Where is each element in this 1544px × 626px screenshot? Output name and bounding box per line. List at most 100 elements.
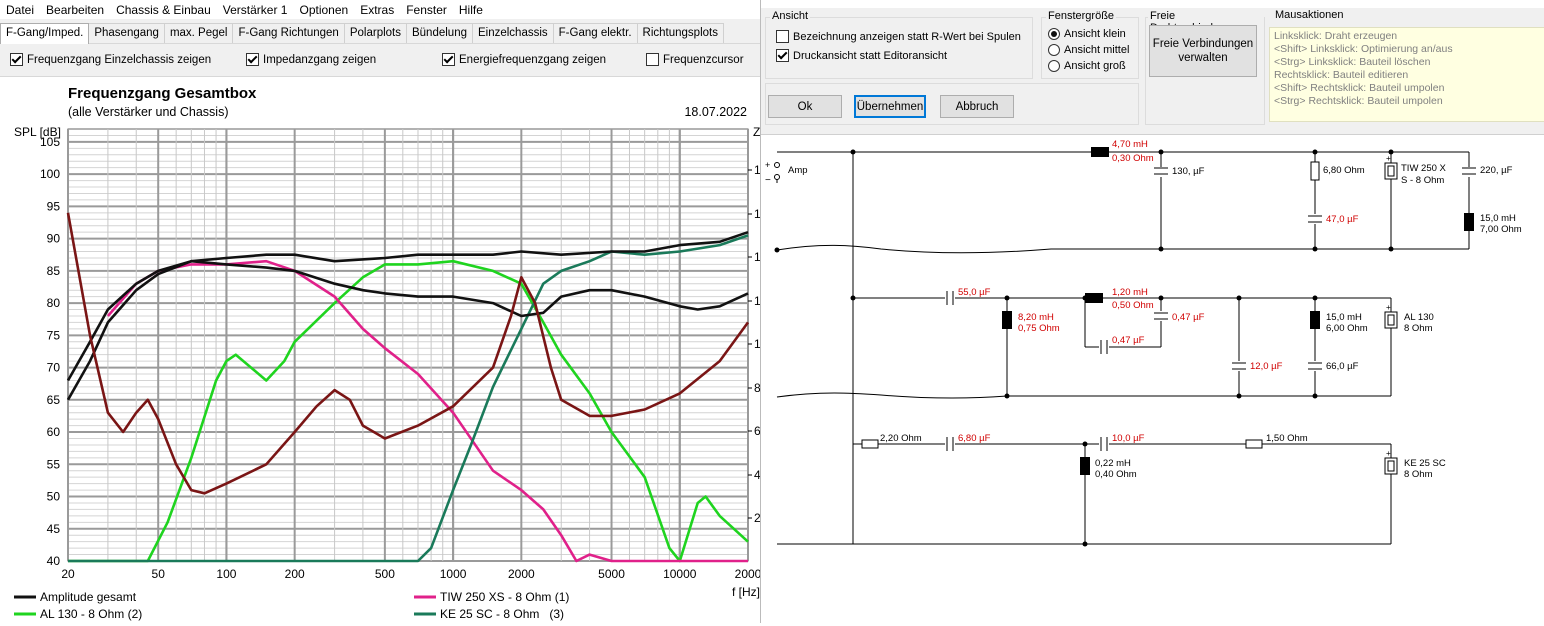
tiw-c2-value: 47,0 µF [1326, 214, 1359, 225]
crossover-titlebar [761, 0, 1544, 8]
tiw-c3-value: 220, µF [1480, 165, 1513, 176]
checkbox-energie[interactable]: Energiefrequenzgang zeigen [442, 53, 606, 66]
tiw-r1-value: 6,80 Ohm [1323, 165, 1365, 176]
apply-button[interactable]: Übernehmen [854, 95, 926, 118]
freie-verbindungen-button[interactable]: Freie Verbindungen verwalten [1149, 25, 1257, 77]
al-l1-value: 8,20 mH [1018, 312, 1054, 323]
y-tick-label: 85 [47, 264, 61, 278]
group-fenstergroesse: Fenstergröße Ansicht klein Ansicht mitte… [1041, 10, 1139, 79]
x-tick-label: 10000 [663, 567, 697, 581]
inductor-al-l2[interactable] [1085, 293, 1103, 303]
tab-buendelung[interactable]: Bündelung [405, 23, 473, 43]
ke-r1-value: 2,20 Ohm [880, 433, 922, 444]
resistor-r1[interactable] [1310, 161, 1320, 181]
legend-tiw250: TIW 250 XS - 8 Ohm (1) [440, 590, 569, 604]
inductor-l1[interactable] [1091, 147, 1109, 157]
tiw-l1r-value: 0,30 Ohm [1112, 153, 1154, 164]
inductor-al-l3[interactable] [1310, 311, 1320, 329]
menu-hilfe[interactable]: Hilfe [453, 3, 489, 17]
x-axis-label: f [Hz] [732, 585, 760, 599]
menu-fenster[interactable]: Fenster [400, 3, 453, 17]
al-branch: 55,0 µF 8,20 mH 0,75 Ohm 1,20 mH 0,50 Oh… [945, 287, 1434, 372]
help-line: <Shift> Rechtsklick: Bauteil umpolen [1274, 82, 1445, 94]
resistor-ke-r2[interactable] [1245, 439, 1263, 449]
checkbox-einzelchassis-box[interactable] [10, 53, 23, 66]
tab-richtungsplots[interactable]: Richtungsplots [636, 23, 724, 43]
tab-fgang-elektr[interactable]: F-Gang elektr. [552, 23, 638, 43]
x-tick-label: 1000 [440, 567, 467, 581]
checkbox-druckansicht[interactable]: Druckansicht statt Editoransicht [776, 49, 947, 62]
group-ansicht: Ansicht Bezeichnung anzeigen statt R-Wer… [765, 10, 1033, 79]
radio-ansicht-gross-dot[interactable] [1048, 60, 1060, 72]
checkbox-druckansicht-box[interactable] [776, 49, 789, 62]
svg-text:+: + [1386, 154, 1391, 163]
checkbox-rwert[interactable]: Bezeichnung anzeigen statt R-Wert bei Sp… [776, 30, 1021, 43]
y-tick-label: 75 [47, 328, 61, 342]
menu-verstaerker[interactable]: Verstärker 1 [217, 3, 294, 17]
inductor-ke-l1[interactable] [1080, 457, 1090, 475]
y-tick-label: 70 [47, 361, 61, 375]
tab-fgang-richtungen[interactable]: F-Gang Richtungen [232, 23, 345, 43]
checkbox-frequenzcursor-box[interactable] [646, 53, 659, 66]
tiw-l1-value: 4,70 mH [1112, 139, 1148, 150]
tab-einzelchassis[interactable]: Einzelchassis [471, 23, 554, 43]
crossover-options-panel: Ansicht Bezeichnung anzeigen statt R-Wer… [761, 8, 1544, 135]
y-tick-label: 105 [40, 135, 60, 149]
menu-bearbeiten[interactable]: Bearbeiten [40, 3, 110, 17]
svg-text:+: + [765, 160, 770, 170]
checkbox-impedanz-label: Impedanzgang zeigen [263, 53, 377, 66]
resistor-ke-r1[interactable] [861, 439, 879, 449]
legend-amplitude: Amplitude gesamt [40, 590, 137, 604]
al-l3r-value: 6,00 Ohm [1326, 323, 1368, 334]
tab-max-pegel[interactable]: max. Pegel [163, 23, 234, 43]
tab-fgang-imped[interactable]: F-Gang/Imped. [0, 23, 90, 44]
radio-ansicht-mittel-dot[interactable] [1048, 44, 1060, 56]
al-l2r-value: 0,50 Ohm [1112, 300, 1154, 311]
radio-ansicht-gross[interactable]: Ansicht groß [1048, 60, 1126, 72]
checkbox-energie-box[interactable] [442, 53, 455, 66]
al-c4-value: 12,0 µF [1250, 361, 1283, 372]
menu-optionen[interactable]: Optionen [293, 3, 354, 17]
y-tick-label: 80 [47, 296, 61, 310]
svg-text:+: + [1386, 303, 1391, 312]
menu-datei[interactable]: Datei [0, 3, 40, 17]
radio-ansicht-gross-label: Ansicht groß [1064, 60, 1126, 72]
tab-phasengang[interactable]: Phasengang [88, 23, 165, 43]
checkbox-rwert-box[interactable] [776, 30, 789, 43]
inductor-l2[interactable] [1464, 213, 1474, 231]
checkbox-impedanz-box[interactable] [246, 53, 259, 66]
tab-polarplots[interactable]: Polarplots [343, 23, 407, 43]
checkbox-frequenzcursor[interactable]: Frequenzcursor [646, 53, 744, 66]
radio-ansicht-mittel-label: Ansicht mittel [1064, 44, 1130, 56]
ok-button[interactable]: Ok [768, 95, 842, 118]
y-tick-label: 60 [47, 425, 61, 439]
ke-branch: 2,20 Ohm 6,80 µF 10,0 µF 1,50 Ohm 0,22 m… [861, 433, 1446, 480]
group-drahtverbindungen: Freie Drahtverbindunge Freie Verbindunge… [1145, 10, 1265, 125]
al-c3-value: 0,47 µF [1112, 335, 1145, 346]
radio-ansicht-klein-dot[interactable] [1048, 28, 1060, 40]
radio-ansicht-mittel[interactable]: Ansicht mittel [1048, 44, 1129, 56]
chart-svg: Frequenzgang Gesamtbox (alle Verstärker … [14, 85, 762, 621]
legend-ke25: KE 25 SC - 8 Ohm (3) [440, 607, 564, 621]
menu-extras[interactable]: Extras [354, 3, 400, 17]
ke-name2: 8 Ohm [1404, 469, 1433, 480]
cancel-button[interactable]: Abbruch [940, 95, 1014, 118]
radio-ansicht-klein[interactable]: Ansicht klein [1048, 28, 1126, 40]
x-tick-label: 200 [285, 567, 305, 581]
checkbox-einzelchassis[interactable]: Frequenzgang Einzelchassis zeigen [10, 53, 211, 66]
tab-strip: F-Gang/Imped. Phasengang max. Pegel F-Ga… [0, 19, 760, 44]
group-mausaktionen-title: Mausaktionen [1273, 9, 1346, 21]
inductor-al-l1[interactable] [1002, 311, 1012, 329]
schematic-junctions [774, 149, 1394, 547]
y-tick-label: 55 [47, 457, 61, 471]
menu-chassis[interactable]: Chassis & Einbau [110, 3, 217, 17]
checkbox-energie-label: Energiefrequenzgang zeigen [459, 53, 607, 66]
svg-text:−: − [765, 175, 771, 186]
checkbox-impedanz[interactable]: Impedanzgang zeigen [246, 53, 376, 66]
checkbox-druckansicht-label: Druckansicht statt Editoransicht [793, 49, 948, 62]
ke-name1: KE 25 SC [1404, 458, 1446, 469]
al-name1: AL 130 [1404, 312, 1434, 323]
tiw-c1-value: 130, µF [1172, 166, 1205, 177]
crossover-window: Ansicht Bezeichnung anzeigen statt R-Wer… [760, 0, 1544, 623]
y-tick-label: 65 [47, 393, 61, 407]
